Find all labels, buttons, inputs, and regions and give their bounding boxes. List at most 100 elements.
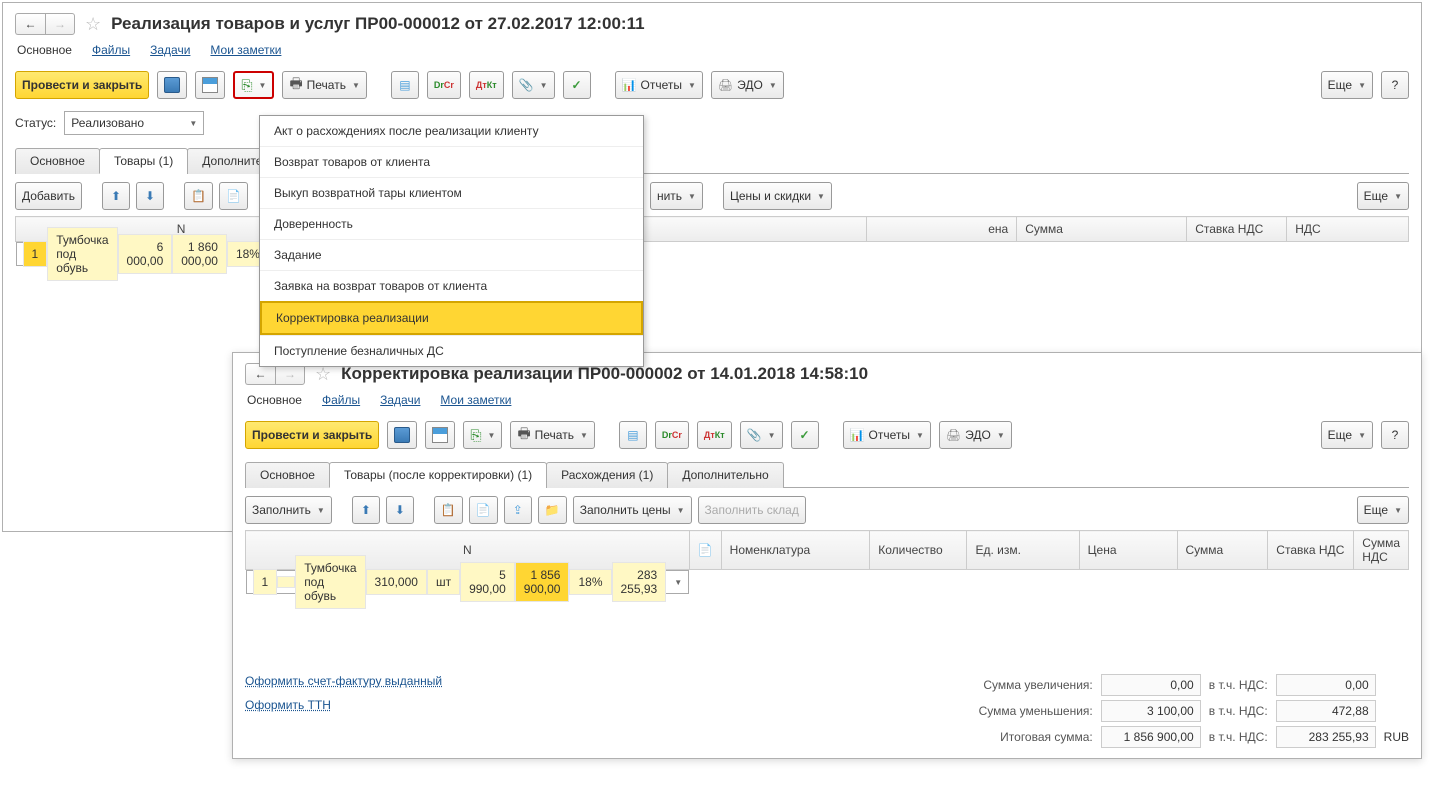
subnav-notes[interactable]: Мои заметки — [210, 43, 281, 57]
attach-button[interactable]: 📎▼ — [740, 421, 783, 449]
nav-back-button[interactable]: ← — [15, 13, 45, 35]
more-button[interactable]: Еще▼ — [1321, 71, 1373, 99]
save-button[interactable] — [157, 71, 187, 99]
save-button[interactable] — [387, 421, 417, 449]
col-nom: Номенклатура — [721, 531, 870, 570]
increase-nds: 0,00 — [1276, 674, 1376, 696]
dd-item-return[interactable]: Возврат товаров от клиента — [260, 146, 643, 177]
printer-icon: 🖶 — [517, 423, 530, 447]
help-button[interactable]: ? — [1381, 421, 1409, 449]
move-down-button[interactable]: ⬇ — [386, 496, 414, 524]
drcr-button[interactable]: DrCr — [655, 421, 689, 449]
cell-price: 5 990,00 — [460, 562, 515, 602]
col-icon: 📄 — [689, 531, 721, 570]
share-button[interactable]: ⇪ — [504, 496, 532, 524]
subnav-main[interactable]: Основное — [17, 43, 72, 57]
cell-sum: 1 856 900,00 — [515, 562, 570, 602]
cell-n: 1 — [23, 241, 48, 267]
edo-button[interactable]: 🖨ЭДО▼ — [939, 421, 1012, 449]
more-button[interactable]: Еще▼ — [1321, 421, 1373, 449]
nds-label3: в т.ч. НДС: — [1209, 730, 1268, 744]
paste-row-button[interactable]: 📄 — [469, 496, 498, 524]
tab-main[interactable]: Основное — [15, 148, 100, 174]
nav-fwd-button[interactable]: → — [45, 13, 75, 35]
reports-button[interactable]: 📊Отчеты▼ — [615, 71, 703, 99]
paste-row-button[interactable]: 📄 — [219, 182, 248, 210]
tab-diff[interactable]: Расхождения (1) — [546, 462, 668, 488]
link-ttn[interactable]: Оформить ТТН — [245, 698, 442, 712]
prices-button[interactable]: Цены и скидки▼ — [723, 182, 832, 210]
dd-item-task[interactable]: Задание — [260, 239, 643, 270]
col-price: Цена — [1079, 531, 1177, 570]
approve-button[interactable]: ✓ — [563, 71, 591, 99]
tab-goods-after[interactable]: Товары (после корректировки) (1) — [329, 462, 547, 488]
print-button[interactable]: 🖶Печать▼ — [282, 71, 366, 99]
reports-button[interactable]: 📊Отчеты▼ — [843, 421, 931, 449]
subnav-files[interactable]: Файлы — [92, 43, 130, 57]
move-up-button[interactable]: ⬆ — [352, 496, 380, 524]
col-price: ена — [867, 217, 1017, 242]
copy-row-button[interactable]: 📋 — [434, 496, 463, 524]
tab-additional[interactable]: Дополнительно — [667, 462, 783, 488]
status-select[interactable]: Реализовано — [64, 111, 204, 135]
cell-sum: 1 860 000,00 — [172, 234, 227, 274]
decrease-value: 3 100,00 — [1101, 700, 1201, 722]
add-row-button[interactable]: Добавить — [15, 182, 82, 210]
tab-goods[interactable]: Товары (1) — [99, 148, 188, 174]
cell-unit: шт — [427, 569, 460, 595]
fill-prices-button[interactable]: Заполнить цены▼ — [573, 496, 692, 524]
drcr-button[interactable]: DrCr — [427, 71, 461, 99]
dtkt-button[interactable]: ДтКт — [469, 71, 504, 99]
edo-icon: 🖨 — [718, 78, 733, 92]
table-more-button[interactable]: Еще▼ — [1357, 182, 1409, 210]
col-qty: Количество — [870, 531, 967, 570]
tab-main[interactable]: Основное — [245, 462, 330, 488]
fill-warehouse-button[interactable]: Заполнить склад — [698, 496, 806, 524]
dd-item-correction[interactable]: Корректировка реализации — [260, 301, 643, 335]
approve-button[interactable]: ✓ — [791, 421, 819, 449]
print-button[interactable]: 🖶Печать▼ — [510, 421, 594, 449]
folder-button[interactable]: 📁 — [538, 496, 567, 524]
dd-item-cashless[interactable]: Поступление безналичных ДС — [260, 335, 643, 366]
subnav-tasks[interactable]: Задачи — [150, 43, 190, 57]
table-row[interactable]: 1 Тумбочка под обувь 310,000 шт 5 990,00… — [246, 570, 690, 594]
post-button[interactable] — [425, 421, 455, 449]
fill-partial-button[interactable]: нить▼ — [650, 182, 703, 210]
increase-label: Сумма увеличения: — [979, 678, 1093, 692]
post-button[interactable] — [195, 71, 225, 99]
subnav-notes[interactable]: Мои заметки — [440, 393, 511, 407]
help-button[interactable]: ? — [1381, 71, 1409, 99]
decrease-nds: 472,88 — [1276, 700, 1376, 722]
post-close-button[interactable]: Провести и закрыть — [15, 71, 149, 99]
cell-rate: 18% — [569, 569, 611, 595]
subnav-main[interactable]: Основное — [247, 393, 302, 407]
post-close-button[interactable]: Провести и закрыть — [245, 421, 379, 449]
col-sum: Сумма — [1017, 217, 1187, 242]
move-down-button[interactable]: ⬇ — [136, 182, 164, 210]
dd-item-proxy[interactable]: Доверенность — [260, 208, 643, 239]
dd-item-return-req[interactable]: Заявка на возврат товаров от клиента — [260, 270, 643, 301]
fill-button[interactable]: Заполнить▼ — [245, 496, 332, 524]
dd-item-buyout[interactable]: Выкуп возвратной тары клиентом — [260, 177, 643, 208]
link-invoice[interactable]: Оформить счет-фактуру выданный — [245, 674, 442, 688]
dd-item-act[interactable]: Акт о расхождениях после реализации клие… — [260, 116, 643, 146]
col-nds: НДС — [1287, 217, 1409, 242]
edo-button[interactable]: 🖨ЭДО▼ — [711, 71, 784, 99]
create-based-button[interactable]: ⎘▼ — [463, 421, 502, 449]
cell-nom: Тумбочка под обувь — [295, 555, 365, 609]
correction-table: N 📄 Номенклатура Количество Ед. изм. Цен… — [245, 530, 1409, 594]
subnav-tasks[interactable]: Задачи — [380, 393, 420, 407]
subnav-files[interactable]: Файлы — [322, 393, 360, 407]
doc-button[interactable]: ▤ — [391, 71, 419, 99]
attach-button[interactable]: 📎▼ — [512, 71, 555, 99]
total-value: 1 856 900,00 — [1101, 726, 1201, 748]
favorite-star-icon[interactable]: ☆ — [85, 14, 101, 35]
copy-row-button[interactable]: 📋 — [184, 182, 213, 210]
table-more-button[interactable]: Еще▼ — [1357, 496, 1409, 524]
move-up-button[interactable]: ⬆ — [102, 182, 130, 210]
chart-icon: 📊 — [622, 78, 637, 92]
decrease-label: Сумма уменьшения: — [979, 704, 1093, 718]
doc-button[interactable]: ▤ — [619, 421, 647, 449]
create-based-button[interactable]: ⎘▼ — [233, 71, 274, 99]
dtkt-button[interactable]: ДтКт — [697, 421, 732, 449]
